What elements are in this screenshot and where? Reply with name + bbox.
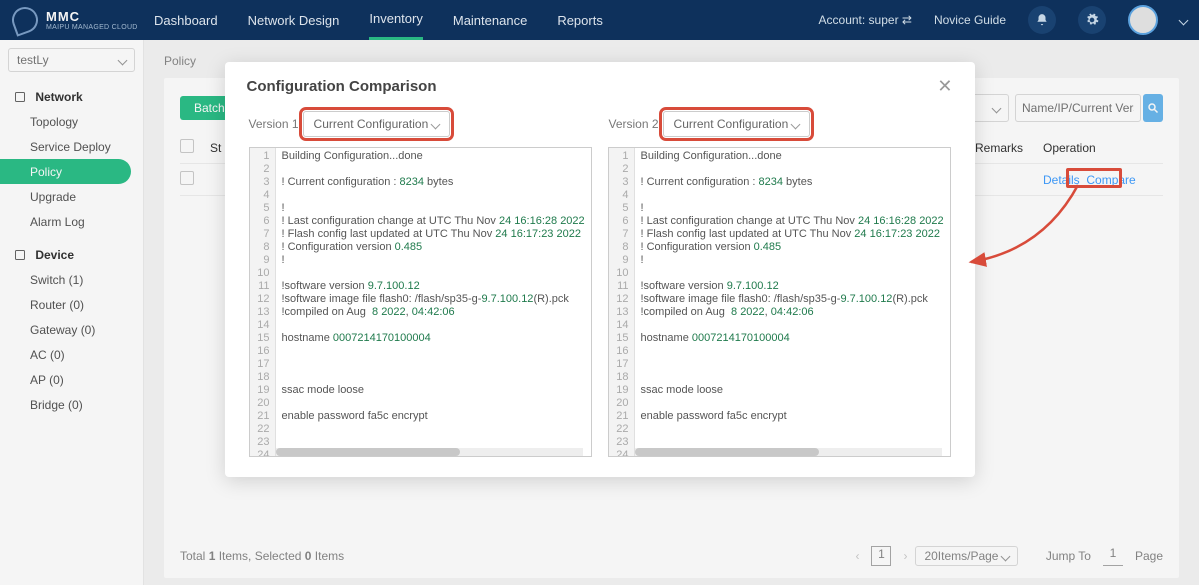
editor-left[interactable]: 123456789101112131415161718192021222324B… [249,147,592,457]
version1-select[interactable]: Current Configuration [303,111,450,137]
version2-select[interactable]: Current Configuration [663,111,810,137]
config-comparison-modal: Configuration Comparison ✕ Version 1Curr… [225,62,975,477]
editor-right[interactable]: 123456789101112131415161718192021222324B… [608,147,951,457]
modal-title: Configuration Comparison [247,78,437,95]
close-icon[interactable]: ✕ [937,76,952,97]
